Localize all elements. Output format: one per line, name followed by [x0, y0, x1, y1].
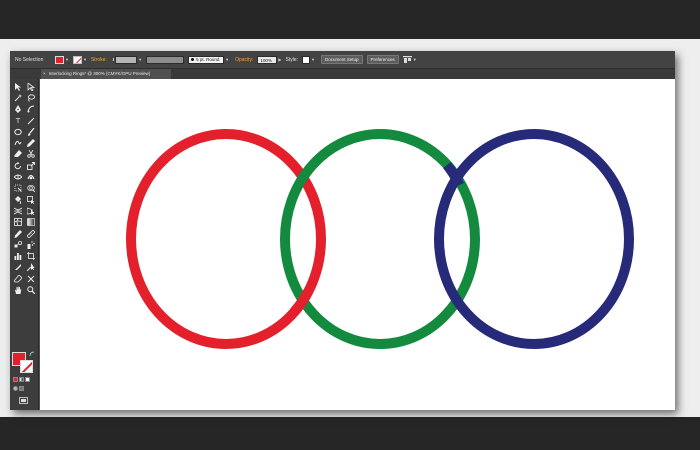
- color-mode-button[interactable]: [13, 377, 18, 382]
- width-profile-dropdown[interactable]: [146, 55, 185, 64]
- document-setup-button[interactable]: Document Setup: [320, 55, 363, 64]
- curvature-tool-icon[interactable]: [25, 104, 37, 115]
- opacity-label[interactable]: Opacity:: [235, 57, 253, 63]
- document-tab[interactable]: × Interlocking Rings* @ 300% (CMYK/GPU Pr…: [41, 69, 171, 79]
- selection-status: No Selection: [15, 56, 44, 63]
- chevron-right-icon[interactable]: ▶: [278, 57, 281, 62]
- variable-width-profile[interactable]: [146, 55, 185, 64]
- top-backdrop: [0, 0, 700, 39]
- artboard-tool-icon[interactable]: [25, 250, 37, 261]
- brush-dot-icon: [191, 58, 195, 61]
- red-ring[interactable]: [126, 129, 326, 349]
- stroke-swatch[interactable]: [72, 55, 82, 64]
- shaper-tool-icon[interactable]: [12, 137, 24, 148]
- chevron-down-icon[interactable]: ▼: [83, 57, 87, 62]
- bottom-backdrop: [0, 417, 700, 450]
- scale-tool-icon[interactable]: [25, 160, 37, 171]
- tools-panel: T: [10, 79, 39, 410]
- hand-tool-icon[interactable]: [12, 284, 24, 295]
- arrange-documents-control[interactable]: ▼: [402, 56, 417, 63]
- brush-dropdown[interactable]: 5 pt. Round: [188, 55, 225, 64]
- document-tab-title: Interlocking Rings* @ 300% (CMYK/GPU Pre…: [48, 71, 151, 76]
- symbol-sprayer-tool-icon[interactable]: [25, 239, 37, 250]
- none-mode-button[interactable]: [25, 377, 30, 382]
- lasso-tool-icon[interactable]: [25, 92, 37, 103]
- blend-tool-icon[interactable]: [12, 239, 24, 250]
- fill-stroke-widget[interactable]: [11, 351, 38, 375]
- stroke-color-box[interactable]: [20, 360, 33, 373]
- draw-normal-icon[interactable]: [13, 386, 18, 391]
- opacity-control[interactable]: 100% ▶: [257, 55, 282, 64]
- fill-color-control[interactable]: ▼: [55, 55, 69, 64]
- shape-builder-tool-icon[interactable]: [25, 183, 37, 194]
- stroke-color-control[interactable]: ▼: [72, 55, 87, 64]
- swap-fill-stroke-icon[interactable]: [29, 351, 35, 357]
- tool-grid: T: [12, 81, 37, 296]
- width-tool-icon[interactable]: [12, 171, 24, 182]
- artboard-canvas[interactable]: [40, 79, 675, 410]
- mesh-tool-icon[interactable]: [12, 217, 24, 228]
- opacity-input[interactable]: 100%: [257, 55, 278, 64]
- warp-tool-icon[interactable]: [25, 171, 37, 182]
- pen-tool-icon[interactable]: [12, 104, 24, 115]
- close-icon[interactable]: ×: [43, 71, 46, 76]
- color-mode-row: [13, 377, 30, 382]
- pencil-tool-icon[interactable]: [25, 137, 37, 148]
- chevron-down-icon[interactable]: ▼: [65, 57, 69, 62]
- draw-behind-icon[interactable]: [19, 386, 24, 391]
- gradient-tool-icon[interactable]: [25, 217, 37, 228]
- stroke-label[interactable]: Stroke:: [91, 57, 107, 63]
- stroke-weight-input[interactable]: [115, 55, 138, 64]
- illustrator-window: No Selection ▼ ▼ Stroke: ⬍ ▼ 5 pt. Round…: [10, 51, 675, 410]
- line-segment-tool-icon[interactable]: [25, 115, 37, 126]
- scissors-alt-tool-icon[interactable]: [25, 273, 37, 284]
- slice-selection-icon[interactable]: [25, 262, 37, 273]
- paintbrush-tool-icon[interactable]: [25, 126, 37, 137]
- eyedropper-tool-icon[interactable]: [12, 228, 24, 239]
- brush-definition[interactable]: 5 pt. Round ▼: [188, 55, 229, 64]
- fill-swatch[interactable]: [55, 55, 64, 64]
- document-tab-strip: × Interlocking Rings* @ 300% (CMYK/GPU Pr…: [10, 69, 675, 79]
- selection-tool-icon[interactable]: [12, 81, 24, 92]
- magic-wand-tool-icon[interactable]: [12, 92, 24, 103]
- perspective-selection-icon[interactable]: [25, 205, 37, 216]
- live-paint-selection-icon[interactable]: [25, 194, 37, 205]
- screen-mode-row: [19, 397, 28, 404]
- graphic-style-swatch[interactable]: [302, 55, 311, 64]
- direct-selection-tool-icon[interactable]: [25, 81, 37, 92]
- scissors-tool-icon[interactable]: [25, 149, 37, 160]
- chevron-down-icon[interactable]: ▼: [138, 57, 142, 62]
- free-transform-tool-icon[interactable]: [12, 183, 24, 194]
- chevron-down-icon[interactable]: ▼: [311, 57, 315, 62]
- gradient-mode-button[interactable]: [19, 377, 24, 382]
- stroke-weight-field[interactable]: ⬍ ▼: [111, 55, 142, 64]
- preferences-button[interactable]: Preferences: [366, 55, 399, 64]
- artwork: [126, 129, 634, 349]
- slice-tool-icon[interactable]: [12, 262, 24, 273]
- align-icon[interactable]: [402, 56, 412, 63]
- ellipse-tool-icon[interactable]: [12, 126, 24, 137]
- style-label: Style:: [285, 56, 299, 63]
- eraser-alt-tool-icon[interactable]: [12, 273, 24, 284]
- blue-ring[interactable]: [434, 129, 634, 349]
- zoom-tool-icon[interactable]: [25, 284, 37, 295]
- chevron-down-icon[interactable]: ▼: [225, 57, 229, 62]
- chevron-down-icon[interactable]: ▼: [413, 57, 417, 62]
- type-tool-icon[interactable]: T: [12, 115, 24, 126]
- rotate-tool-icon[interactable]: [12, 160, 24, 171]
- eraser-tool-icon[interactable]: [12, 149, 24, 160]
- graphic-style-control[interactable]: ▼: [302, 55, 315, 64]
- screen-mode-icon[interactable]: [19, 397, 28, 404]
- brush-label: 5 pt. Round: [196, 57, 220, 62]
- draw-mode-row: [13, 386, 24, 391]
- control-bar: No Selection ▼ ▼ Stroke: ⬍ ▼ 5 pt. Round…: [10, 51, 675, 69]
- live-paint-tool-icon[interactable]: [12, 194, 24, 205]
- perspective-grid-tool-icon[interactable]: [12, 205, 24, 216]
- column-graph-tool-icon[interactable]: [12, 250, 24, 261]
- measure-tool-icon[interactable]: [25, 228, 37, 239]
